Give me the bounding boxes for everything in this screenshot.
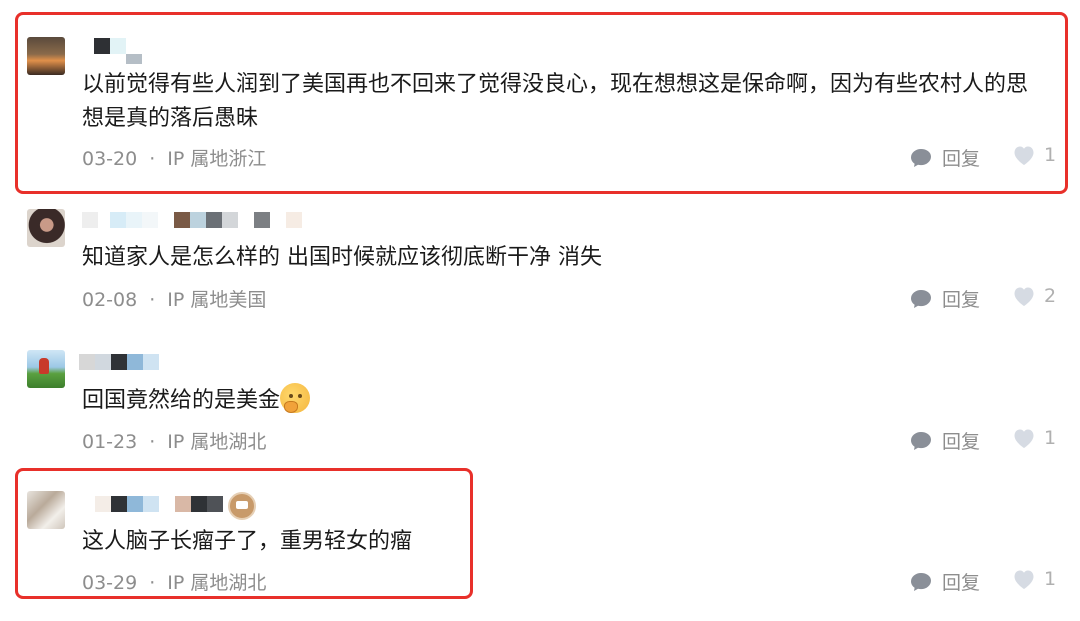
like-button[interactable]: 1 [1012, 144, 1056, 166]
comment-text: 知道家人是怎么样的 出国时候就应该彻底断干净 消失 [82, 245, 602, 270]
reply-label: 回复 [942, 289, 981, 311]
comment-text: 回国竟然给的是美金 [82, 383, 1042, 418]
meta-separator: · [149, 148, 156, 170]
reply-button[interactable]: 回复 [910, 427, 980, 454]
comment-text-content: 回国竟然给的是美金 [82, 388, 281, 413]
thinking-face-icon [280, 383, 311, 413]
avatar[interactable] [27, 37, 65, 75]
meta-separator: · [149, 431, 156, 453]
comment-date: 02-08 [82, 289, 138, 311]
comment-date: 03-29 [82, 572, 138, 594]
reply-label: 回复 [942, 572, 981, 594]
comment-meta: 02-08 · IP 属地美国 [82, 285, 266, 312]
meta-separator: · [149, 572, 156, 594]
speech-bubble-icon [911, 148, 931, 167]
reply-button[interactable]: 回复 [910, 144, 980, 171]
ip-location: IP 属地美国 [167, 289, 267, 311]
heart-icon [1014, 287, 1034, 306]
heart-icon [1014, 570, 1034, 589]
reply-label: 回复 [942, 148, 981, 170]
ip-location: IP 属地湖北 [167, 572, 267, 594]
like-button[interactable]: 2 [1012, 285, 1056, 307]
ip-location: IP 属地湖北 [167, 431, 267, 453]
like-button[interactable]: 1 [1012, 568, 1056, 590]
comment-date: 03-20 [82, 148, 138, 170]
heart-icon [1014, 146, 1034, 165]
speech-bubble-icon [911, 431, 931, 450]
comment-meta: 03-29 · IP 属地湖北 [82, 568, 266, 595]
reply-label: 回复 [942, 431, 981, 453]
like-button[interactable]: 1 [1012, 427, 1056, 449]
avatar[interactable] [27, 491, 65, 529]
ip-location: IP 属地浙江 [167, 148, 267, 170]
avatar[interactable] [27, 350, 65, 388]
comment-text: 以前觉得有些人润到了美国再也不回来了觉得没良心，现在想想这是保命啊，因为有些农村… [82, 72, 1029, 131]
comment-date: 01-23 [82, 431, 138, 453]
avatar[interactable] [27, 209, 65, 247]
like-count: 1 [1044, 427, 1057, 449]
speech-bubble-icon [911, 572, 931, 591]
heart-icon [1014, 429, 1034, 448]
like-count: 2 [1044, 285, 1057, 307]
comment-meta: 01-23 · IP 属地湖北 [82, 427, 266, 454]
reply-button[interactable]: 回复 [910, 568, 980, 595]
reply-button[interactable]: 回复 [910, 285, 980, 312]
like-count: 1 [1044, 144, 1057, 166]
like-count: 1 [1044, 568, 1057, 590]
crown-badge-icon [228, 492, 256, 520]
comment-text: 这人脑子长瘤子了，重男轻女的瘤 [82, 529, 413, 554]
meta-separator: · [149, 289, 156, 311]
comment-meta: 03-20 · IP 属地浙江 [82, 144, 266, 171]
speech-bubble-icon [911, 289, 931, 308]
